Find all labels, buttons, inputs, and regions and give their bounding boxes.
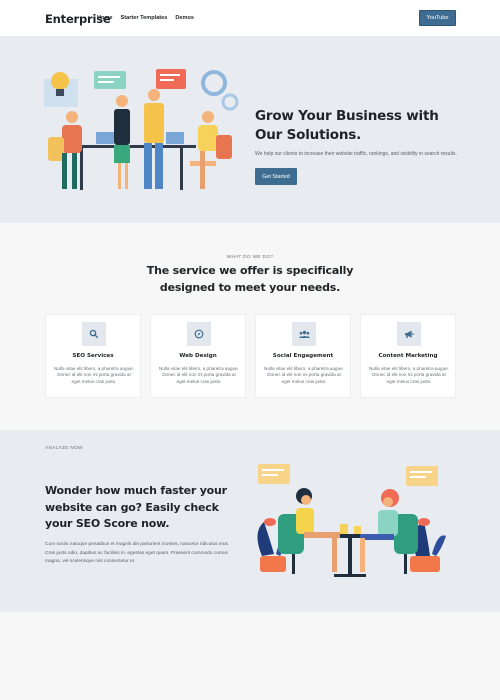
analyze-section: ANALYZE NOW Wonder how much faster your …: [0, 430, 500, 612]
hero-title: Grow Your Business with Our Solutions.: [255, 108, 439, 143]
nav-menu: Home Starter Templates Demos: [97, 15, 194, 21]
service-card-text: Nulla vitae elit libero, a pharetra augu…: [159, 366, 239, 384]
service-card-social-engagement: Social Engagement Nulla vitae elit liber…: [255, 314, 351, 398]
service-card-title: Content Marketing: [378, 353, 438, 359]
nav-link-demos[interactable]: Demos: [175, 15, 194, 21]
top-navbar: Enterprise Home Starter Templates Demos …: [0, 0, 500, 37]
service-card-web-design: Web Design Nulla vitae elit libero, a ph…: [150, 314, 246, 398]
service-card-title: Social Engagement: [272, 353, 334, 359]
compass-icon: [187, 322, 211, 346]
service-card-text: Nulla vitae elit libero, a pharetra augu…: [369, 366, 449, 384]
service-card-text: Nulla vitae elit libero, a pharetra augu…: [264, 366, 344, 384]
analyze-eyebrow: ANALYZE NOW: [45, 446, 83, 451]
service-card-content-marketing: Content Marketing Nulla vitae elit liber…: [360, 314, 456, 398]
coffee-chat-illustration: [257, 464, 446, 577]
get-started-button[interactable]: Get Started: [255, 168, 297, 185]
analyze-text: Cum sociis natoque penatibus et magnis d…: [45, 542, 230, 564]
service-card-text: Nulla vitae elit libero, a pharetra augu…: [54, 366, 134, 384]
hero-section: Grow Your Business with Our Solutions. W…: [0, 37, 500, 223]
page-footer-area: [0, 612, 500, 700]
youtube-button[interactable]: YouTube: [419, 10, 456, 26]
services-eyebrow: WHAT DO WE DO?: [226, 255, 274, 260]
hero-subtitle: We help our clients to increase their we…: [255, 151, 457, 157]
nav-link-starter-templates[interactable]: Starter Templates: [121, 15, 168, 21]
megaphone-icon: [397, 322, 421, 346]
service-card-title: SEO Services: [72, 353, 114, 359]
users-icon: [292, 322, 316, 346]
service-card-seo: SEO Services Nulla vitae elit libero, a …: [45, 314, 141, 398]
service-card-title: Web Design: [179, 353, 217, 359]
team-meeting-illustration: [44, 69, 239, 190]
services-cards: SEO Services Nulla vitae elit libero, a …: [45, 314, 456, 398]
services-section: WHAT DO WE DO? The service we offer is s…: [0, 223, 500, 430]
services-title: The service we offer is specifically des…: [146, 264, 354, 294]
nav-link-home[interactable]: Home: [97, 15, 113, 21]
search-icon: [82, 322, 106, 346]
analyze-title: Wonder how much faster your website can …: [45, 484, 227, 530]
